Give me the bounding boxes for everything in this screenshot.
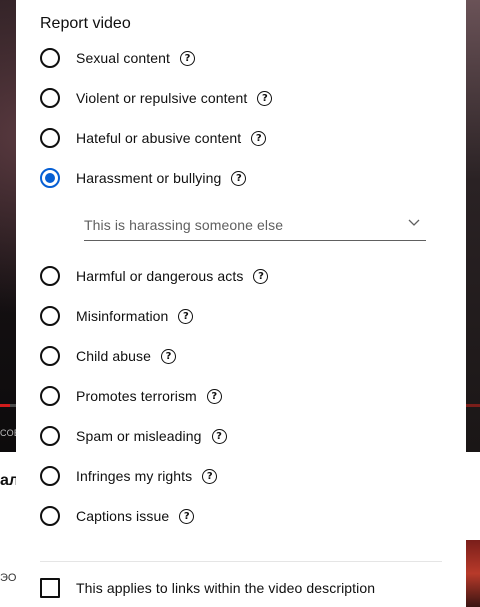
option-label: Violent or repulsive content <box>76 90 248 106</box>
background-right-progress <box>466 404 480 407</box>
radio-button-selected[interactable] <box>40 168 60 188</box>
option-terrorism[interactable]: Promotes terrorism ? <box>40 384 440 408</box>
question-circle-icon[interactable]: ? <box>206 388 222 404</box>
question-circle-icon[interactable]: ? <box>253 268 269 284</box>
option-hateful-content[interactable]: Hateful or abusive content ? <box>40 126 440 150</box>
option-label: Infringes my rights <box>76 468 193 484</box>
option-label: Child abuse <box>76 348 152 364</box>
chevron-down-icon <box>408 219 420 226</box>
option-harmful-acts[interactable]: Harmful or dangerous acts ? <box>40 264 440 288</box>
radio-button[interactable] <box>40 386 60 406</box>
links-in-description-checkbox-row[interactable]: This applies to links within the video d… <box>40 577 460 599</box>
radio-button[interactable] <box>40 426 60 446</box>
option-label: Harassment or bullying <box>76 170 222 186</box>
radio-button[interactable] <box>40 466 60 486</box>
option-label: Misinformation <box>76 308 169 324</box>
background-progress-fill <box>0 404 10 407</box>
option-label: Harmful or dangerous acts <box>76 268 244 284</box>
option-label: Sexual content <box>76 50 171 66</box>
radio-button[interactable] <box>40 346 60 366</box>
background-right-lower-thumbnail <box>466 540 480 607</box>
option-harassment[interactable]: Harassment or bullying ? <box>40 166 440 190</box>
report-video-dialog: Report video Sexual content ? Violent or… <box>16 0 466 607</box>
question-circle-icon[interactable]: ? <box>251 130 267 146</box>
background-bottom-fragment: ЭО <box>0 572 17 584</box>
radio-button[interactable] <box>40 266 60 286</box>
radio-button[interactable] <box>40 506 60 526</box>
radio-button[interactable] <box>40 306 60 326</box>
dialog-title: Report video <box>40 15 131 32</box>
harassment-reason-select[interactable]: This is harassing someone else <box>84 210 426 241</box>
question-circle-icon[interactable]: ? <box>179 508 195 524</box>
checkbox-label: This applies to links within the video d… <box>76 580 376 596</box>
question-circle-icon[interactable]: ? <box>180 50 196 66</box>
option-violent-content[interactable]: Violent or repulsive content ? <box>40 86 440 110</box>
select-value: This is harassing someone else <box>84 217 284 233</box>
option-label: Spam or misleading <box>76 428 202 444</box>
question-circle-icon[interactable]: ? <box>202 468 218 484</box>
radio-button[interactable] <box>40 48 60 68</box>
radio-button[interactable] <box>40 128 60 148</box>
option-child-abuse[interactable]: Child abuse ? <box>40 344 440 368</box>
question-circle-icon[interactable]: ? <box>231 170 247 186</box>
background-right-thumbnail <box>466 0 480 452</box>
option-sexual-content[interactable]: Sexual content ? <box>40 46 440 70</box>
question-circle-icon[interactable]: ? <box>257 90 273 106</box>
links-in-description-checkbox[interactable] <box>40 578 60 598</box>
option-label: Promotes terrorism <box>76 388 197 404</box>
option-spam[interactable]: Spam or misleading ? <box>40 424 440 448</box>
divider <box>40 561 442 562</box>
question-circle-icon[interactable]: ? <box>161 348 177 364</box>
question-circle-icon[interactable]: ? <box>178 308 194 324</box>
option-label: Captions issue <box>76 508 170 524</box>
radio-button[interactable] <box>40 88 60 108</box>
option-infringes-rights[interactable]: Infringes my rights ? <box>40 464 440 488</box>
question-circle-icon[interactable]: ? <box>211 428 227 444</box>
option-label: Hateful or abusive content <box>76 130 242 146</box>
option-misinformation[interactable]: Misinformation ? <box>40 304 440 328</box>
option-captions-issue[interactable]: Captions issue ? <box>40 504 440 528</box>
